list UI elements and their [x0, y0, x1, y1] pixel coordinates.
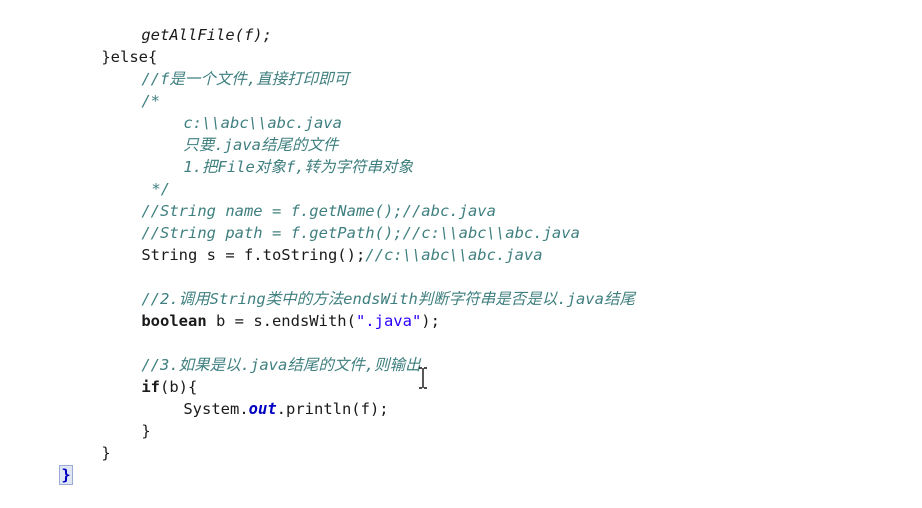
code-line-19: }	[104, 398, 150, 440]
code-comment: //c:\\abc\\abc.java	[365, 246, 543, 264]
code-line-3: //f是一个文件,直接打印即可	[104, 46, 349, 88]
code-text: b = s.endsWith(	[206, 312, 356, 330]
code-comment: //f是一个文件,直接打印即可	[141, 70, 350, 88]
code-line-17: if(b){	[104, 354, 197, 396]
code-line-21: }	[22, 442, 73, 485]
code-line-2: }else{	[64, 24, 157, 66]
code-text: String s = f.toString();	[141, 246, 366, 264]
code-line-16: //3.如果是以.java结尾的文件,则输出	[104, 332, 420, 374]
code-line-4: /*	[104, 68, 160, 110]
code-text: }	[141, 422, 151, 440]
code-line-20: }	[64, 420, 110, 462]
matched-brace: }	[59, 465, 73, 485]
code-text: }	[101, 444, 111, 462]
code-text: getAllFile(f);	[141, 26, 272, 44]
code-line-9: //String name = f.getName();//abc.java	[104, 178, 496, 220]
code-line-6: 只要.java结尾的文件	[146, 112, 338, 154]
code-line-7: 1.把File对象f,转为字符串对象	[146, 134, 413, 176]
code-line-10: //String path = f.getPath();//c:\\abc\\a…	[104, 200, 580, 242]
code-line-8: */	[114, 156, 170, 198]
code-text: );	[421, 312, 440, 330]
code-line-1: getAllFile(f);	[104, 2, 272, 44]
code-text: .println(f);	[276, 400, 389, 418]
code-line-11: String s = f.toString();//c:\\abc\\abc.j…	[104, 222, 542, 264]
text-cursor-ibeam-icon	[418, 367, 428, 389]
keyword: boolean	[141, 312, 207, 330]
code-line-13: //2.调用String类中的方法endsWith判断字符串是否是以.java结…	[104, 266, 635, 308]
string-literal: ".java"	[355, 312, 422, 330]
code-comment: 1.把File对象f,转为字符串对象	[183, 158, 413, 176]
code-editor[interactable]: getAllFile(f); }else{ //f是一个文件,直接打印即可 /*…	[0, 0, 922, 487]
code-line-18: System.out.println(f);	[146, 376, 388, 418]
code-text: System.	[183, 400, 249, 418]
code-line-14: boolean b = s.endsWith(".java");	[104, 288, 440, 330]
code-line-5: c:\\abc\\abc.java	[146, 90, 342, 132]
static-field: out	[248, 400, 277, 418]
